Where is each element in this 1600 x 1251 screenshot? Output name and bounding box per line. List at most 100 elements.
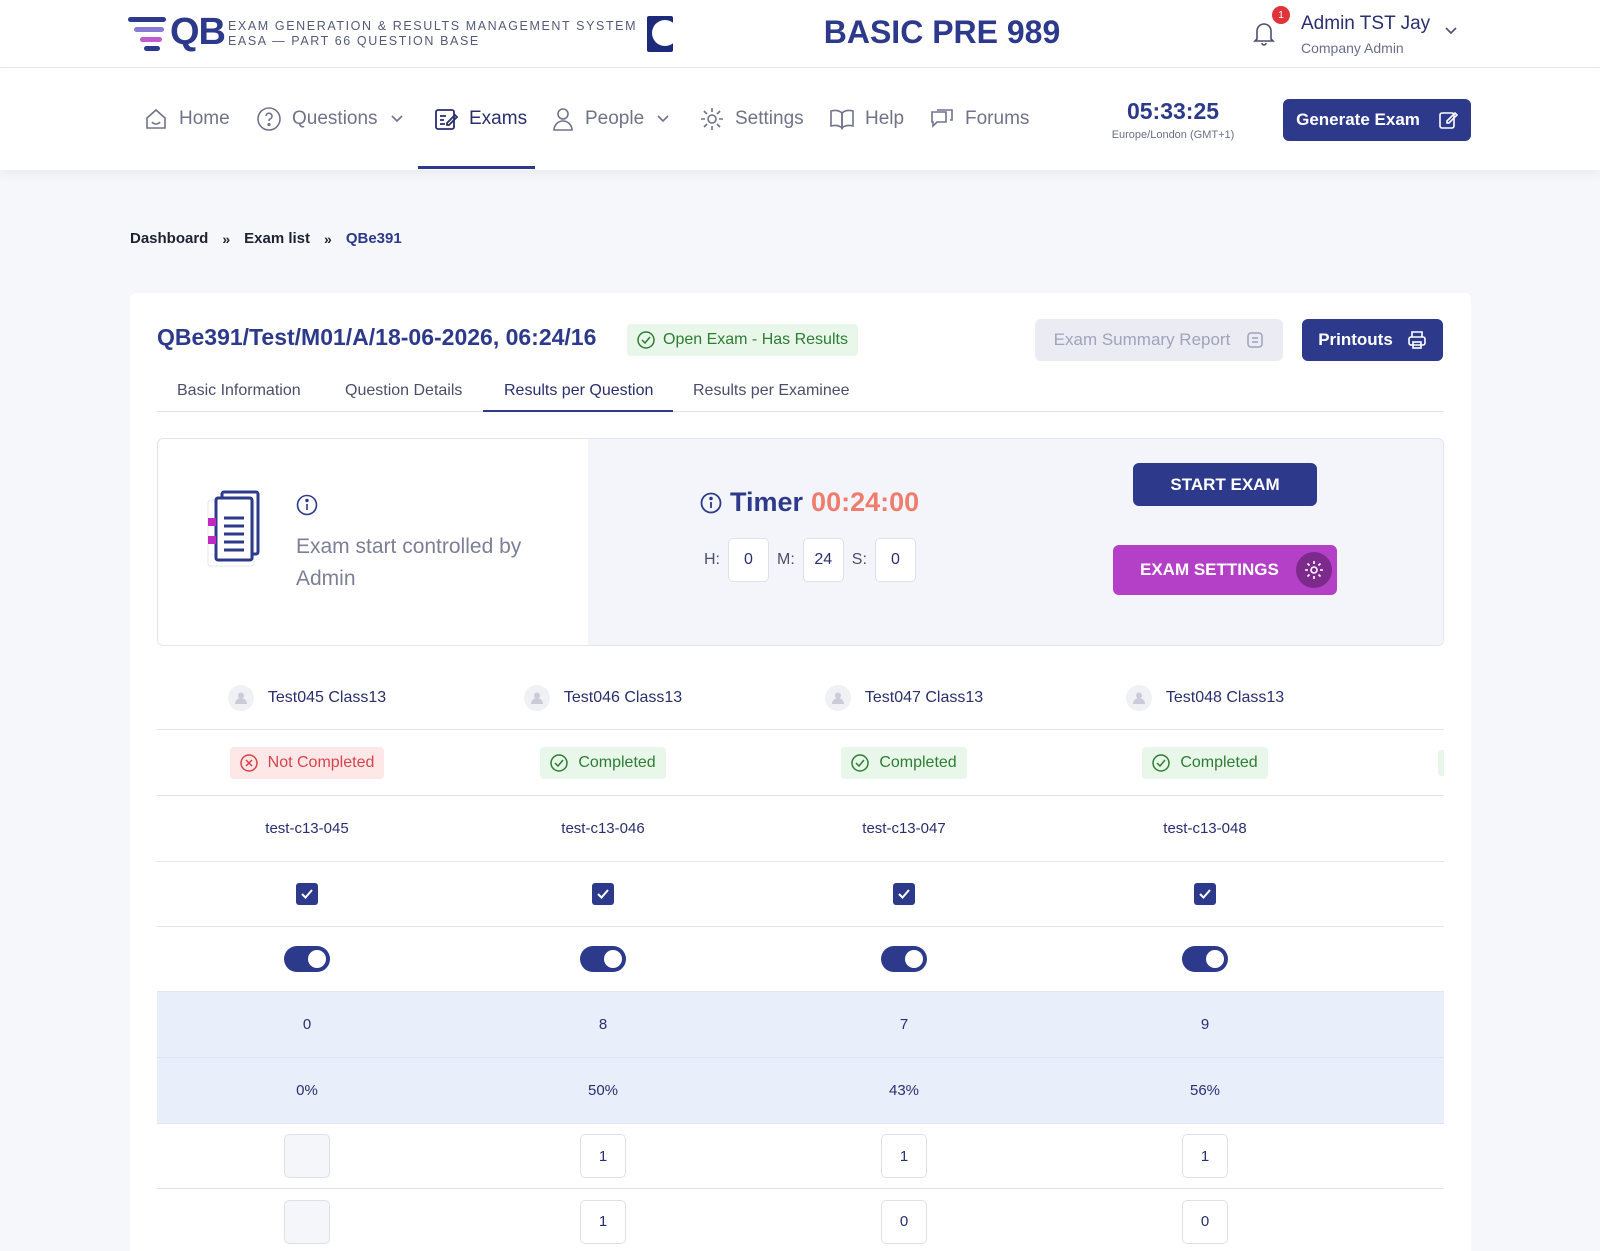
- x-circle-icon: [239, 753, 258, 772]
- check-circle-icon: [637, 331, 655, 349]
- answer-box[interactable]: 1: [580, 1199, 626, 1244]
- answer-box[interactable]: 0: [1182, 1199, 1228, 1244]
- answer-box[interactable]: 1: [1182, 1134, 1228, 1178]
- chevron-down-icon[interactable]: [1444, 26, 1458, 36]
- enable-toggle[interactable]: [1182, 946, 1228, 972]
- exam-settings-label: EXAM SETTINGS: [1140, 560, 1279, 579]
- exam-settings-button[interactable]: EXAM SETTINGS: [1113, 545, 1337, 595]
- info-icon[interactable]: [296, 494, 318, 516]
- select-checkbox[interactable]: [592, 883, 614, 905]
- answer-box[interactable]: 0: [881, 1199, 927, 1244]
- clock-timezone: Europe/London (GMT+1): [1111, 129, 1235, 141]
- examinee-code: test-c13-047: [862, 820, 946, 837]
- results-grid: Test045 Class13 Test046 Class13 Test047 …: [157, 666, 1444, 1251]
- nav-exams[interactable]: Exams: [433, 68, 527, 170]
- hours-input[interactable]: 0: [728, 538, 769, 582]
- avatar: [523, 684, 550, 711]
- nav-settings[interactable]: Settings: [699, 68, 804, 170]
- breadcrumb-separator: »: [324, 230, 332, 247]
- examinee-name: Test046 Class13: [563, 688, 683, 706]
- check-circle-icon: [1152, 753, 1171, 772]
- nav-people-label: People: [585, 108, 645, 129]
- nav-help-label: Help: [865, 108, 905, 129]
- breadcrumb-dashboard[interactable]: Dashboard: [130, 230, 208, 247]
- status-text: Completed: [578, 753, 656, 771]
- hours-label: H:: [704, 551, 720, 568]
- report-icon: [1247, 332, 1264, 348]
- answer-cell: 1: [1055, 1124, 1355, 1188]
- select-checkbox[interactable]: [1194, 883, 1216, 905]
- status-row: Not Completed Completed Completed Comple…: [157, 730, 1444, 796]
- seconds-input[interactable]: 0: [874, 538, 916, 582]
- select-checkbox[interactable]: [296, 883, 318, 905]
- bell-icon[interactable]: [1252, 20, 1276, 46]
- nav-questions-label: Questions: [292, 108, 378, 129]
- question-row: 1 0 0: [157, 1189, 1444, 1251]
- answer-box[interactable]: [284, 1199, 330, 1244]
- answer-cell: 1: [453, 1189, 753, 1251]
- percent-value: 0%: [296, 1082, 318, 1099]
- toggle-cell: [1055, 927, 1355, 991]
- tab-question-details[interactable]: Question Details: [345, 382, 462, 400]
- printer-icon: [1407, 331, 1426, 349]
- answer-box[interactable]: [284, 1134, 330, 1178]
- tab-basic-information[interactable]: Basic Information: [177, 382, 301, 400]
- answer-box[interactable]: 1: [881, 1134, 927, 1178]
- answer-cell: 1: [453, 1124, 753, 1188]
- nav-forums-label: Forums: [965, 108, 1030, 129]
- start-exam-button[interactable]: START EXAM: [1133, 463, 1317, 506]
- minutes-label: M:: [777, 551, 795, 568]
- nav-questions[interactable]: Questions: [256, 68, 414, 170]
- answer-cell: 0: [1055, 1189, 1355, 1251]
- user-name[interactable]: Admin TST Jay: [1301, 13, 1430, 35]
- enable-toggle[interactable]: [284, 946, 330, 972]
- nav-exams-label: Exams: [469, 108, 528, 129]
- examinee-code: test-c13-048: [1163, 820, 1247, 837]
- clock-time: 05:33:25: [1126, 98, 1220, 124]
- toggle-row: [157, 927, 1444, 992]
- answer-box[interactable]: 1: [580, 1134, 626, 1178]
- tab-active-indicator: [483, 410, 673, 412]
- select-checkbox[interactable]: [893, 883, 915, 905]
- tab-results-per-question[interactable]: Results per Question: [504, 382, 653, 400]
- answer-cell: [157, 1189, 457, 1251]
- printouts-button[interactable]: Printouts: [1302, 319, 1443, 361]
- breadcrumb-exam-list[interactable]: Exam list: [244, 230, 310, 247]
- document-checklist-icon: [207, 490, 260, 567]
- exam-status-badge: Open Exam - Has Results: [627, 324, 858, 356]
- examinee-header[interactable]: Test047 Class13: [754, 666, 1054, 729]
- chevron-down-icon: [657, 115, 669, 123]
- score-value: 0: [302, 1016, 312, 1033]
- status-badge: Completed: [1142, 746, 1268, 779]
- chevron-down-icon: [390, 115, 403, 123]
- generate-exam-button[interactable]: Generate Exam: [1283, 99, 1471, 141]
- printouts-label: Printouts: [1318, 330, 1393, 349]
- book-icon: [830, 109, 854, 130]
- nav-forums[interactable]: Forums: [929, 68, 1029, 170]
- nav-help[interactable]: Help: [829, 68, 904, 170]
- timer-inputs: H: 0 M: 24 S: 0: [704, 538, 924, 582]
- enable-toggle[interactable]: [580, 946, 626, 972]
- exam-tabs: Basic Information Question Details Resul…: [157, 376, 1444, 412]
- percent-value: 43%: [888, 1082, 920, 1099]
- status-cell: Completed: [754, 730, 1054, 795]
- answer-cell: 0: [754, 1189, 1054, 1251]
- examinee-header[interactable]: Test046 Class13: [453, 666, 753, 729]
- checkbox-row: [157, 862, 1444, 927]
- enable-toggle[interactable]: [881, 946, 927, 972]
- home-icon: [146, 108, 166, 129]
- minutes-input[interactable]: 24: [802, 538, 844, 582]
- info-icon[interactable]: [700, 492, 722, 514]
- exam-summary-label: Exam Summary Report: [1053, 330, 1231, 349]
- seconds-label: S:: [851, 551, 867, 568]
- gear-icon: [701, 108, 723, 130]
- nav-home[interactable]: Home: [143, 68, 230, 170]
- tab-results-per-examinee[interactable]: Results per Examinee: [693, 382, 850, 400]
- toggle-cell: [157, 927, 457, 991]
- toggle-cell: [754, 927, 1054, 991]
- toggle-cell: [453, 927, 753, 991]
- exam-summary-report-button[interactable]: Exam Summary Report: [1035, 319, 1283, 361]
- examinee-header[interactable]: Test045 Class13: [157, 666, 457, 729]
- nav-people[interactable]: People: [551, 68, 680, 170]
- examinee-header[interactable]: Test048 Class13: [1055, 666, 1355, 729]
